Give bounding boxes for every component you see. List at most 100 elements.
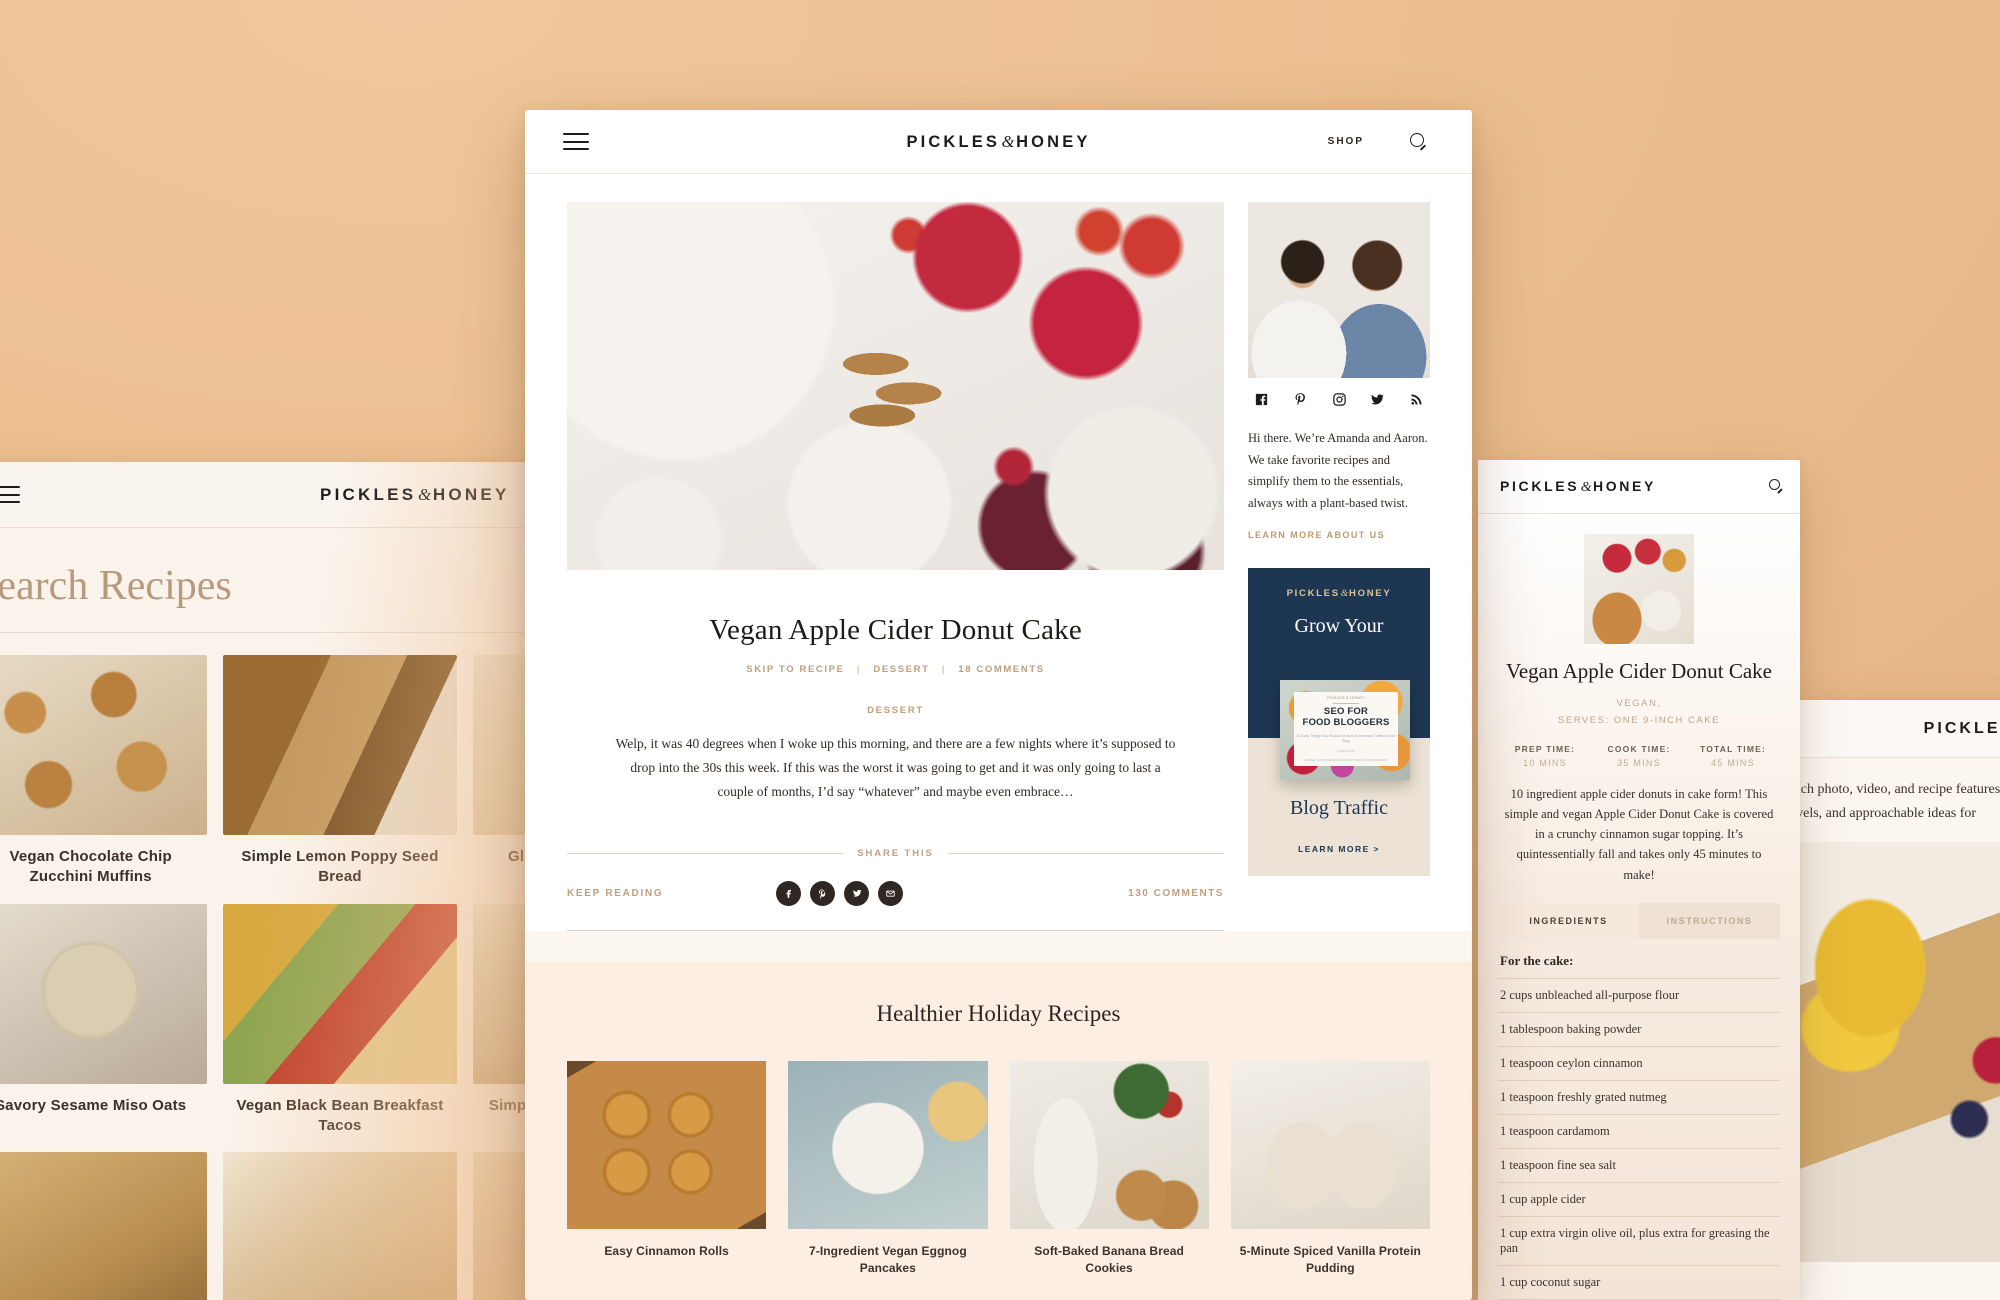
brand-part-two: HONEY <box>432 484 510 504</box>
related-card[interactable]: 7-Ingredient Vegan Eggnog Pancakes <box>788 1061 988 1278</box>
sidebar-ad[interactable]: PICKLES&HONEY Grow Your PICKLES & HONEY … <box>1248 568 1430 876</box>
related-thumbnail[interactable] <box>1230 1061 1430 1230</box>
related-card[interactable]: 5-Minute Spiced Vanilla Protein Pudding <box>1230 1061 1430 1278</box>
hamburger-icon[interactable] <box>563 133 589 150</box>
recipe-window-header: PICKLES&HONEY <box>1478 460 1800 514</box>
comments-link[interactable]: 18 COMMENTS <box>958 664 1044 675</box>
related-thumbnail[interactable] <box>1009 1061 1209 1230</box>
shop-link[interactable]: SHOP <box>1328 136 1364 147</box>
about-photo <box>1778 841 2000 1262</box>
twitter-icon[interactable] <box>843 881 869 907</box>
recipe-card[interactable]: Vegan Black Bean Breakfast Tacos <box>223 903 457 1137</box>
ingredient-item[interactable]: 2 cups unbleached all-purpose flour <box>1498 977 1780 1012</box>
brand-wordmark[interactable]: PICKLES&HONEY <box>320 485 510 505</box>
recipe-card[interactable]: Strawberry Breakfast Bars <box>223 1152 457 1300</box>
related-card[interactable]: Soft-Baked Banana Bread Cookies <box>1009 1061 1209 1278</box>
recipe-card-window: PICKLES&HONEY Vegan Apple Cider Donut Ca… <box>1478 460 1800 1300</box>
recipe-card[interactable]: Savory Sesame Miso Oats <box>0 903 208 1137</box>
search-icon[interactable] <box>1410 132 1428 151</box>
ingredient-item[interactable]: 1 teaspoon fine sea salt <box>1498 1147 1780 1182</box>
divider <box>567 930 1224 932</box>
ad-brand-ampersand: & <box>1340 589 1349 599</box>
ad-book-cover: PICKLES & HONEY SEO FOR FOOD BLOGGERS 10… <box>1294 692 1398 766</box>
ingredient-item[interactable]: 1 cup coconut sugar <box>1498 1264 1780 1299</box>
author-photo <box>1248 202 1430 378</box>
recipe-card[interactable]: Simple Lemon Poppy Seed Bread <box>223 655 457 888</box>
recipe-diet: VEGAN, <box>1616 698 1662 710</box>
tab-instructions[interactable]: INSTRUCTIONS <box>1639 902 1780 939</box>
post-columns: Vegan Apple Cider Donut Cake SKIP TO REC… <box>525 174 1472 932</box>
facebook-icon[interactable] <box>775 881 801 907</box>
recipe-thumbnail[interactable] <box>0 903 208 1084</box>
related-thumbnail[interactable] <box>788 1061 988 1230</box>
total-time-value: 45 MINS <box>1711 757 1755 768</box>
ad-book-footer: DOWNLOAD <box>1337 749 1355 754</box>
ad-learn-more-button[interactable]: LEARN MORE > <box>1248 844 1430 854</box>
ad-brand-wordmark: PICKLES&HONEY <box>1248 568 1430 599</box>
learn-more-about-us-link[interactable]: LEARN MORE ABOUT US <box>1248 530 1430 540</box>
related-card[interactable]: Easy Cinnamon Rolls <box>567 1061 767 1278</box>
recipe-card[interactable]: Vegan Chocolate Chip Zucchini Muffins <box>0 655 208 888</box>
ingredient-item[interactable]: 1 teaspoon cardamom <box>1498 1113 1780 1148</box>
share-divider: SHARE THIS <box>567 848 1225 859</box>
brand-ampersand: & <box>1001 131 1015 151</box>
post-hero-image[interactable] <box>567 202 1224 570</box>
post-article: Vegan Apple Cider Donut Cake SKIP TO REC… <box>567 202 1225 932</box>
ingredient-group-label: For the cake: <box>1500 952 1574 968</box>
instagram-icon[interactable] <box>1332 392 1347 412</box>
post-meta-links: SKIP TO RECIPE | DESSERT | 18 COMMENTS <box>567 664 1224 675</box>
recipe-thumbnail[interactable] <box>223 1152 457 1300</box>
ingredient-item[interactable]: 1 cup apple cider <box>1498 1181 1780 1216</box>
related-card-title: 5-Minute Spiced Vanilla Protein Pudding <box>1239 1244 1421 1276</box>
ad-book-mockup: PICKLES & HONEY SEO FOR FOOD BLOGGERS 10… <box>1280 680 1410 780</box>
recipe-card[interactable]: Peanut Butter Oat Bars <box>0 1152 208 1300</box>
comments-count[interactable]: 130 COMMENTS <box>1128 888 1224 899</box>
twitter-icon[interactable] <box>1370 392 1385 412</box>
post-sidebar: Hi there. We’re Amanda and Aaron. We tak… <box>1248 202 1430 931</box>
recipe-thumbnail[interactable] <box>0 655 208 835</box>
ingredient-item[interactable]: 1 teaspoon ceylon cinnamon <box>1498 1045 1780 1080</box>
ad-brand-part-two: HONEY <box>1349 588 1392 599</box>
recipe-thumbnail[interactable] <box>223 903 457 1084</box>
skip-to-recipe-link[interactable]: SKIP TO RECIPE <box>746 664 844 675</box>
ingredient-item[interactable]: 1 teaspoon freshly grated nutmeg <box>1498 1079 1780 1114</box>
about-window-header: PICKLES&HONEY <box>1778 700 2000 758</box>
divider-line <box>947 853 1225 855</box>
tab-ingredients[interactable]: INGREDIENTS <box>1498 902 1639 939</box>
brand-part-one: PICKLES <box>1500 477 1580 494</box>
recipe-thumbnail[interactable] <box>0 1152 208 1300</box>
email-icon[interactable] <box>877 881 903 907</box>
brand-wordmark[interactable]: PICKLES&HONEY <box>1500 478 1656 496</box>
recipe-tabs: INGREDIENTS INSTRUCTIONS <box>1498 902 1780 939</box>
facebook-icon[interactable] <box>1254 392 1269 412</box>
brand-part-one: PICKLES <box>320 484 417 504</box>
about-copy: Each photo, video, and recipe features p… <box>1786 782 2000 821</box>
keep-reading-link[interactable]: KEEP READING <box>567 888 663 899</box>
divider-line <box>567 853 844 855</box>
recipe-times: PREP TIME: 10 MINS COOK TIME: 35 MINS TO… <box>1498 744 1780 768</box>
recipe-meta: VEGAN, SERVES: ONE 9-INCH CAKE <box>1498 696 1780 729</box>
ingredient-item[interactable]: 1 cup extra virgin olive oil, plus extra… <box>1498 1215 1780 1265</box>
ad-book-footer-secondary: A FREE, ACTIONABLE CHECKLIST FOR FOOD BL… <box>1304 758 1388 763</box>
brand-wordmark[interactable]: PICKLES&HONEY <box>907 132 1091 152</box>
search-icon[interactable] <box>1769 479 1784 494</box>
ad-book-title-line-one: SEO FOR <box>1323 705 1369 717</box>
rss-icon[interactable] <box>1409 392 1424 412</box>
ad-book-rule <box>1333 702 1359 704</box>
recipe-thumbnail[interactable] <box>223 655 457 835</box>
brand-wordmark[interactable]: PICKLES&HONEY <box>1924 720 2000 738</box>
related-thumbnail[interactable] <box>567 1061 767 1230</box>
pinterest-icon[interactable] <box>1293 392 1308 412</box>
ad-headline-line-one: Grow Your <box>1294 615 1384 637</box>
pinterest-icon[interactable] <box>809 881 835 907</box>
ingredient-item[interactable]: 1 tablespoon baking powder <box>1498 1011 1780 1046</box>
blog-post-window: PICKLES&HONEY SHOP Vegan Apple Cider Don… <box>525 110 1472 1300</box>
related-recipes-section: Healthier Holiday Recipes Easy Cinnamon … <box>525 961 1472 1300</box>
cook-time-value: 35 MINS <box>1617 757 1661 768</box>
category-link[interactable]: DESSERT <box>873 664 929 675</box>
related-card-title: 7-Ingredient Vegan Eggnog Pancakes <box>808 1244 967 1276</box>
ad-brand-part-one: PICKLES <box>1286 588 1340 599</box>
hamburger-icon[interactable] <box>0 486 20 503</box>
cook-time: COOK TIME: 35 MINS <box>1592 744 1686 768</box>
post-title: Vegan Apple Cider Donut Cake <box>709 614 1082 646</box>
